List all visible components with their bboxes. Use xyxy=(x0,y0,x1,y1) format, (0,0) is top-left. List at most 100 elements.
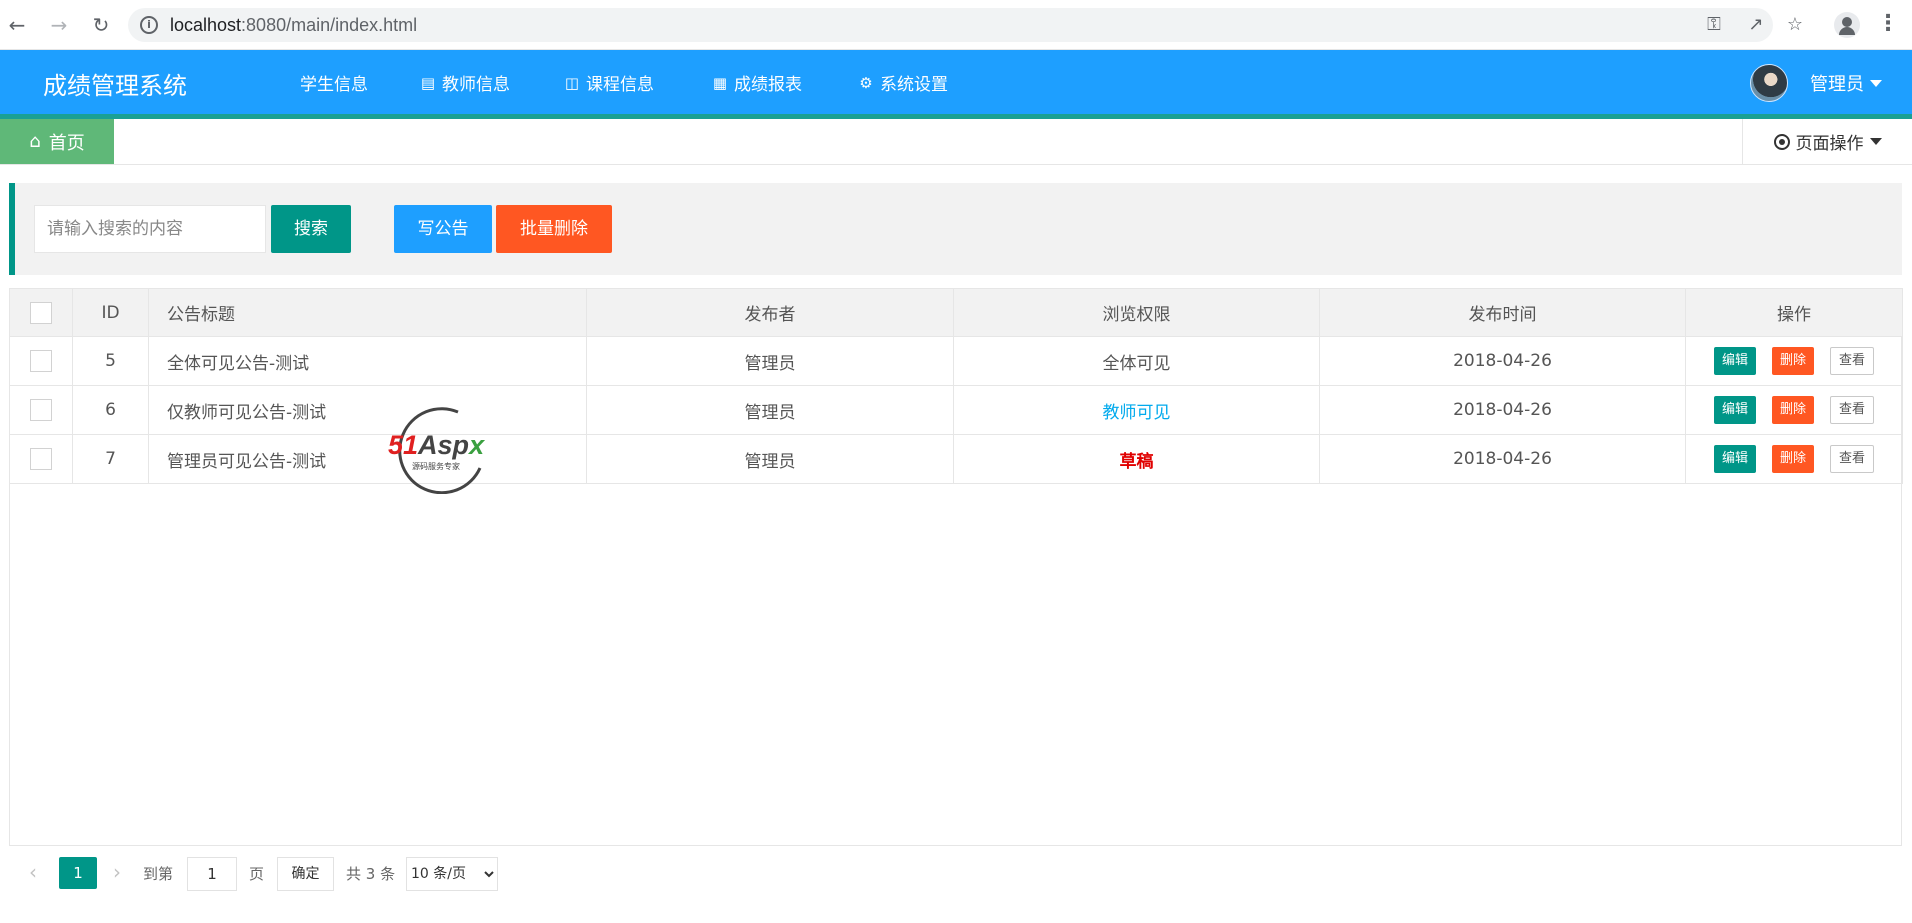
table-row: 6 仅教师可见公告-测试 管理员 教师可见 2018-04-26 编辑 删除 查看 xyxy=(9,385,1903,435)
write-notice-button[interactable]: 写公告 xyxy=(394,205,492,253)
back-arrow-icon[interactable]: ← xyxy=(4,12,30,38)
share-icon[interactable]: ↗ xyxy=(1744,13,1768,37)
current-page[interactable]: 1 xyxy=(59,857,97,889)
table-row: 5 全体可见公告-测试 管理员 全体可见 2018-04-26 编辑 删除 查看 xyxy=(9,336,1903,386)
column-header: 发布者 xyxy=(586,288,954,337)
goto-prefix: 到第 xyxy=(143,865,174,883)
table-row: 7 管理员可见公告-测试 管理员 草稿 2018-04-26 编辑 删除 查看 xyxy=(9,434,1903,484)
search-toolbar: 搜索 写公告 批量删除 xyxy=(9,183,1902,275)
nav-grade-report[interactable]: ▦ 成绩报表 xyxy=(712,70,802,96)
search-button[interactable]: 搜索 xyxy=(271,205,351,253)
view-button[interactable]: 查看 xyxy=(1830,396,1875,424)
cell-title: 管理员可见公告-测试 xyxy=(148,434,587,484)
delete-button[interactable]: 删除 xyxy=(1771,396,1814,424)
nav-label: 课程信息 xyxy=(586,75,654,95)
goto-page-input[interactable] xyxy=(187,857,237,891)
user-menu[interactable]: 管理员 xyxy=(1810,70,1882,96)
edit-button[interactable]: 编辑 xyxy=(1713,445,1756,473)
edit-button[interactable]: 编辑 xyxy=(1713,347,1756,375)
nav-student-info[interactable]: 学生信息 xyxy=(300,70,368,95)
select-all-cell xyxy=(9,288,73,337)
cell-id: 7 xyxy=(72,434,149,484)
column-header: ID xyxy=(72,288,149,337)
column-header: 公告标题 xyxy=(148,288,587,337)
tab-bar: ⌂ 首页 页面操作 xyxy=(0,119,1912,165)
nav-label: 学生信息 xyxy=(300,75,368,95)
prev-page-icon[interactable]: ‹ xyxy=(29,860,37,884)
table-header-row: ID 公告标题 发布者 浏览权限 发布时间 操作 xyxy=(9,288,1903,337)
cell-date: 2018-04-26 xyxy=(1319,385,1686,435)
page-size-select[interactable]: 10 条/页 xyxy=(406,857,498,891)
url-path: :8080/main/index.html xyxy=(241,15,418,35)
row-checkbox[interactable] xyxy=(30,399,52,421)
next-page-icon[interactable]: › xyxy=(113,860,121,884)
reload-icon[interactable]: ↻ xyxy=(88,12,114,38)
delete-button[interactable]: 删除 xyxy=(1771,347,1814,375)
star-icon[interactable]: ☆ xyxy=(1783,13,1807,37)
watermark-tagline: 源码服务专家 xyxy=(412,461,460,471)
tab-label: 首页 xyxy=(48,132,85,154)
avatar[interactable] xyxy=(1750,64,1788,102)
batch-delete-button[interactable]: 批量删除 xyxy=(496,205,612,253)
home-icon: ⌂ xyxy=(29,131,41,152)
menu-dots-icon[interactable]: ⋮ xyxy=(1877,12,1899,38)
row-select-cell xyxy=(9,434,73,484)
cell-actions: 编辑 删除 查看 xyxy=(1685,385,1903,435)
delete-button[interactable]: 删除 xyxy=(1771,445,1814,473)
brand-title: 成绩管理系统 xyxy=(43,72,187,100)
target-icon xyxy=(1773,133,1790,150)
goto-suffix: 页 xyxy=(249,865,265,883)
cell-publisher: 管理员 xyxy=(586,336,954,386)
grid-icon: ▦ xyxy=(712,73,728,92)
pagination: ‹ 1 › 到第 页 确定 共 3 条 10 条/页 xyxy=(9,845,1902,899)
browser-toolbar: ← → ↻ i localhost:8080/main/index.html ⚿… xyxy=(0,0,1912,50)
select-all-checkbox[interactable] xyxy=(30,301,52,324)
caret-down-icon xyxy=(1870,79,1882,87)
user-name: 管理员 xyxy=(1810,74,1864,95)
cell-id: 5 xyxy=(72,336,149,386)
nav-teacher-info[interactable]: ▤ 教师信息 xyxy=(420,70,510,96)
gear-icon: ⚙ xyxy=(859,73,873,92)
cell-title: 全体可见公告-测试 xyxy=(148,336,587,386)
nav-label: 成绩报表 xyxy=(734,75,802,95)
watermark-brand: 51Aspx xyxy=(388,430,485,460)
view-button[interactable]: 查看 xyxy=(1830,445,1875,473)
url-text[interactable]: localhost:8080/main/index.html xyxy=(170,15,417,36)
goto-confirm-button[interactable]: 确定 xyxy=(277,857,334,891)
notice-table: ID 公告标题 发布者 浏览权限 发布时间 操作 5 全体可见公告-测试 管理员… xyxy=(9,288,1903,899)
column-header: 浏览权限 xyxy=(953,288,1320,337)
url-host: localhost xyxy=(170,15,242,35)
profile-icon[interactable] xyxy=(1834,12,1860,38)
cell-date: 2018-04-26 xyxy=(1319,336,1686,386)
column-header: 操作 xyxy=(1685,288,1903,337)
cell-permission: 草稿 xyxy=(953,434,1320,484)
total-count: 共 3 条 xyxy=(346,865,396,883)
page-operations-menu[interactable]: 页面操作 xyxy=(1742,119,1912,164)
watermark-logo: 51Aspx 源码服务专家 xyxy=(388,407,485,494)
nav-label: 教师信息 xyxy=(442,75,510,95)
cell-date: 2018-04-26 xyxy=(1319,434,1686,484)
edit-button[interactable]: 编辑 xyxy=(1713,396,1756,424)
row-select-cell xyxy=(9,385,73,435)
row-checkbox[interactable] xyxy=(30,350,52,372)
app-header: 成绩管理系统 学生信息 ▤ 教师信息 ◫ 课程信息 ▦ 成绩报表 ⚙ 系统设置 … xyxy=(0,50,1912,114)
cell-permission: 教师可见 xyxy=(953,385,1320,435)
address-bar[interactable]: i localhost:8080/main/index.html ⚿ xyxy=(128,8,1773,42)
cell-publisher: 管理员 xyxy=(586,434,954,484)
tab-home[interactable]: ⌂ 首页 xyxy=(0,119,114,164)
cell-actions: 编辑 删除 查看 xyxy=(1685,336,1903,386)
forward-arrow-icon[interactable]: → xyxy=(46,12,72,38)
search-input[interactable] xyxy=(34,205,266,253)
caret-down-icon xyxy=(1869,138,1882,145)
nav-course-info[interactable]: ◫ 课程信息 xyxy=(564,70,654,96)
view-button[interactable]: 查看 xyxy=(1830,347,1875,375)
cell-publisher: 管理员 xyxy=(586,385,954,435)
book-icon: ◫ xyxy=(564,73,580,92)
site-info-icon[interactable]: i xyxy=(140,16,158,34)
nav-system-settings[interactable]: ⚙ 系统设置 xyxy=(858,70,948,96)
nav-label: 系统设置 xyxy=(880,75,948,95)
row-checkbox[interactable] xyxy=(30,448,52,470)
key-icon[interactable]: ⚿ xyxy=(1702,13,1726,37)
column-header: 发布时间 xyxy=(1319,288,1686,337)
page-operations-label: 页面操作 xyxy=(1795,134,1864,154)
